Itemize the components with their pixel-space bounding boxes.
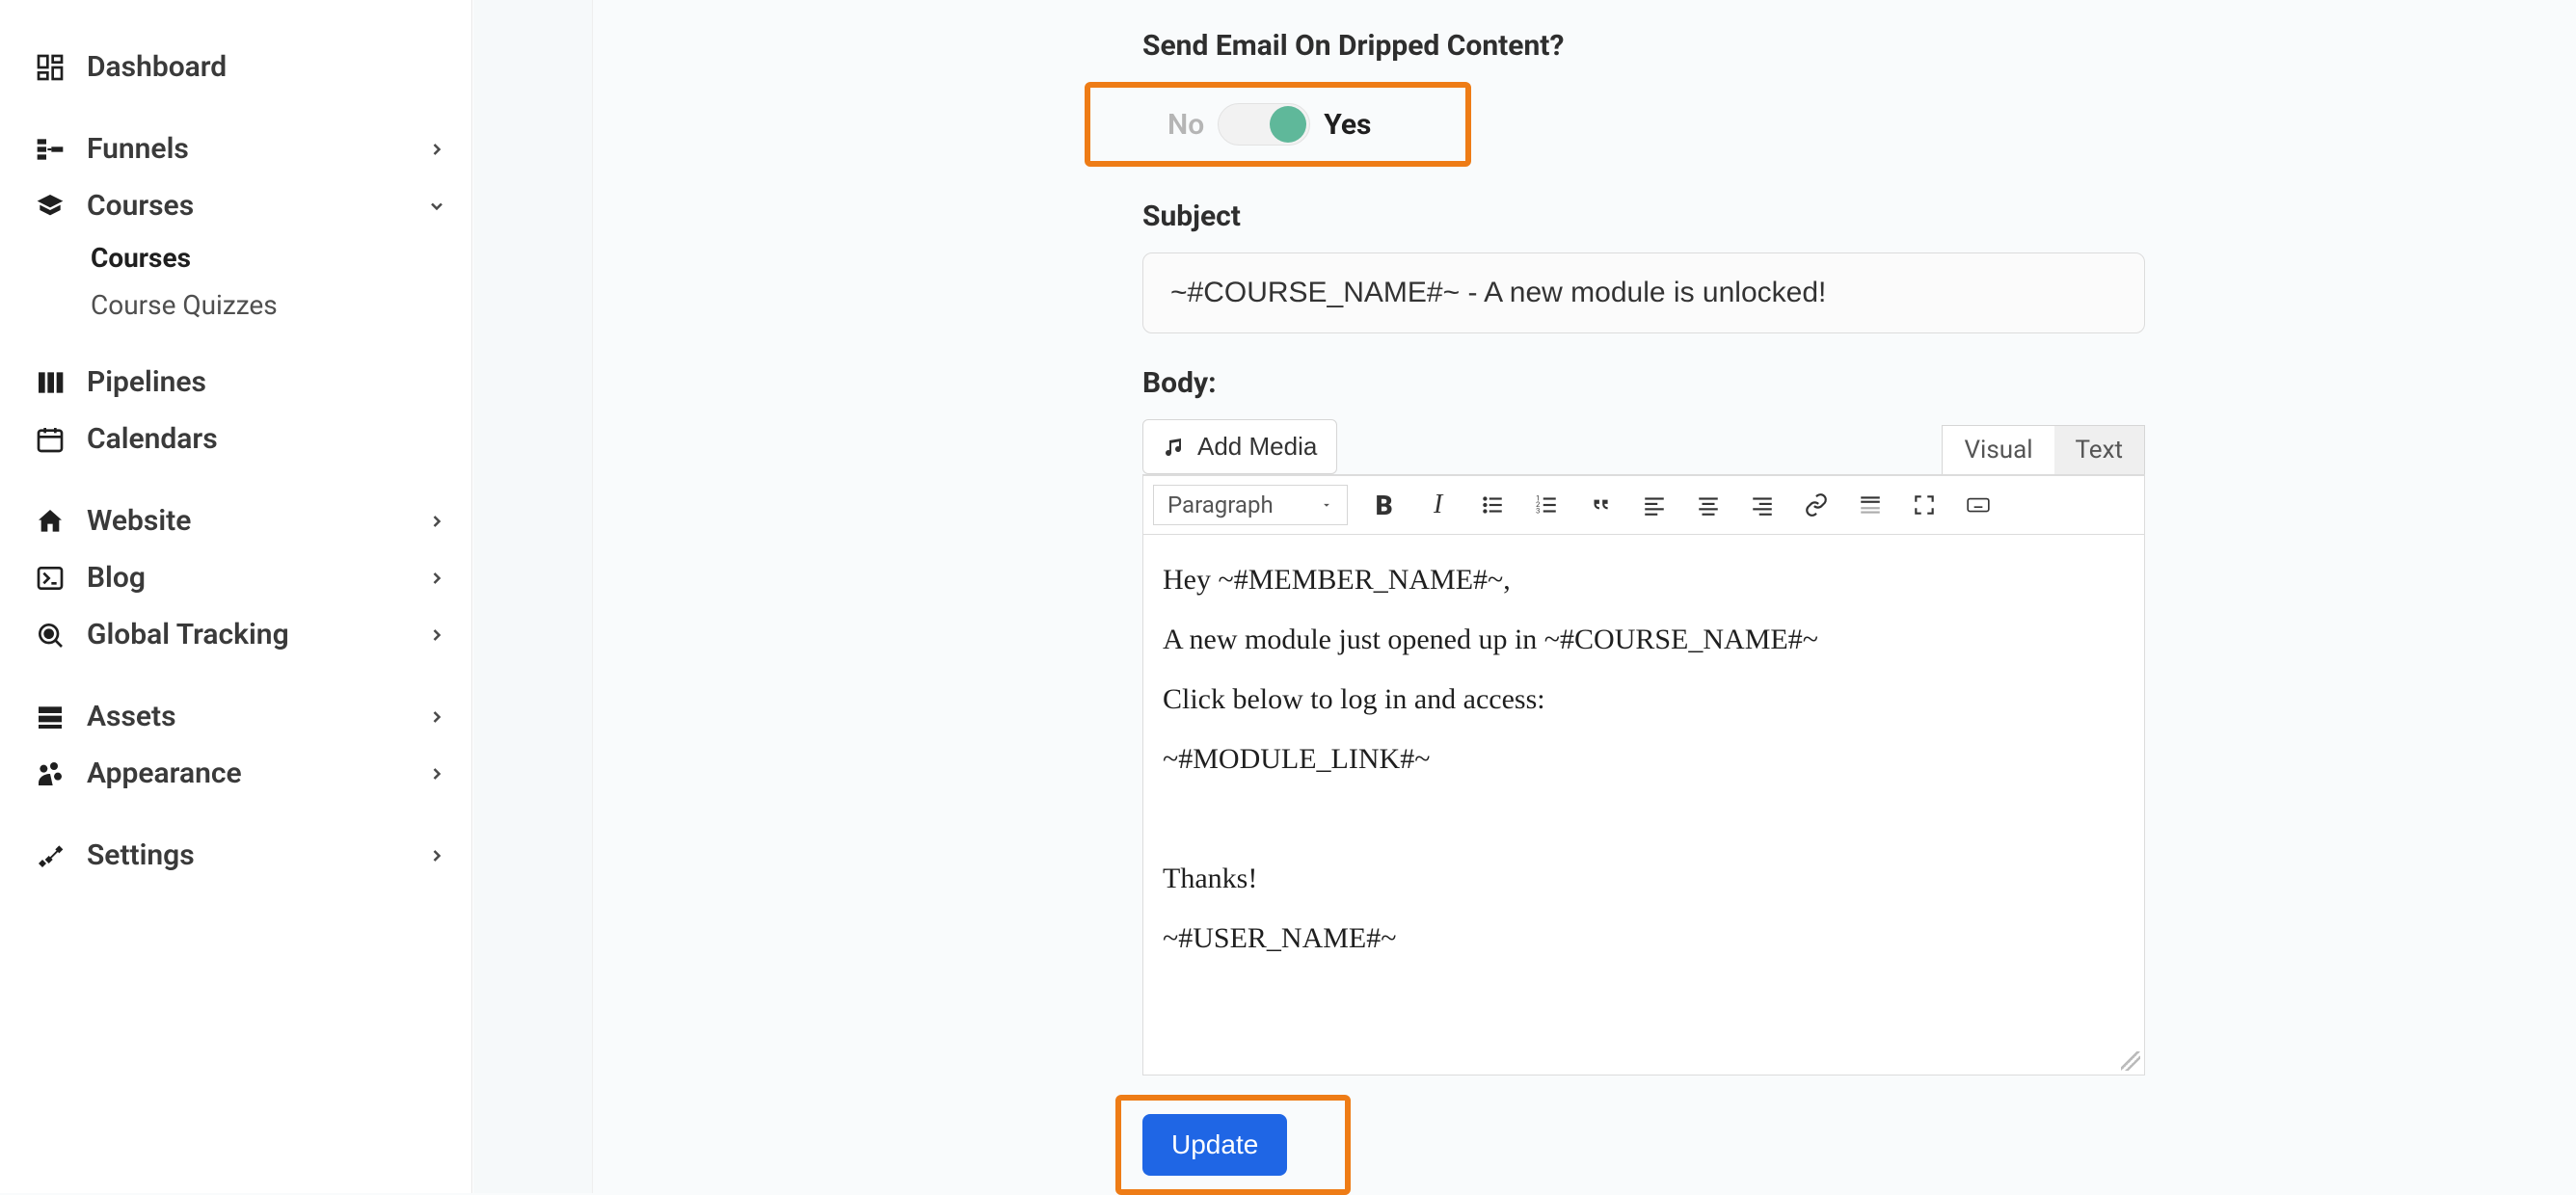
update-button[interactable]: Update <box>1142 1114 1287 1176</box>
drip-toggle-row: No Yes <box>1140 88 1398 161</box>
spacer-column <box>472 0 593 1193</box>
sidebar-item-website[interactable]: Website <box>35 492 471 549</box>
sidebar-item-dashboard[interactable]: Dashboard <box>35 39 471 95</box>
editor: Paragraph B I 123 <box>1142 474 2145 1076</box>
chevron-right-icon <box>427 512 446 531</box>
numbered-list-button[interactable]: 123 <box>1525 484 1568 526</box>
italic-button[interactable]: I <box>1417 484 1460 526</box>
paragraph-select[interactable]: Paragraph <box>1153 485 1348 525</box>
toggle-yes-label: Yes <box>1324 108 1371 142</box>
sidebar-item-label: Dashboard <box>87 50 446 84</box>
body-label: Body: <box>1142 366 2145 400</box>
editor-toolbar: Paragraph B I 123 <box>1143 475 2144 535</box>
body-line: Hey ~#MEMBER_NAME#~, <box>1163 564 2125 597</box>
blog-icon <box>35 563 66 594</box>
website-icon <box>35 506 66 537</box>
chevron-right-icon <box>427 764 446 783</box>
bold-button[interactable]: B <box>1363 484 1406 526</box>
insert-more-button[interactable] <box>1849 484 1892 526</box>
sidebar-item-appearance[interactable]: Appearance <box>35 745 471 802</box>
body-line: Click below to log in and access: <box>1163 683 2125 716</box>
courses-icon <box>35 191 66 222</box>
svg-text:3: 3 <box>1536 507 1540 516</box>
sidebar: Dashboard Funnels Courses Courses Course… <box>0 0 472 1193</box>
body-line: ~#MODULE_LINK#~ <box>1163 743 2125 776</box>
chevron-right-icon <box>427 846 446 865</box>
align-right-button[interactable] <box>1741 484 1784 526</box>
pipelines-icon <box>35 367 66 398</box>
editor-tabset: Visual Text <box>1942 425 2145 474</box>
funnels-icon <box>35 134 66 165</box>
chevron-right-icon <box>427 707 446 727</box>
calendars-icon <box>35 424 66 455</box>
toggle-knob <box>1270 106 1306 143</box>
align-left-button[interactable] <box>1633 484 1676 526</box>
drip-question-label: Send Email On Dripped Content? <box>1142 29 2145 63</box>
appearance-icon <box>35 758 66 789</box>
sidebar-item-label: Courses <box>87 189 406 223</box>
resize-handle[interactable] <box>2121 1051 2140 1071</box>
editor-body[interactable]: Hey ~#MEMBER_NAME#~, A new module just o… <box>1143 535 2144 1075</box>
chevron-right-icon <box>427 625 446 645</box>
sidebar-subitem-courses[interactable]: Courses <box>35 234 471 281</box>
body-line: ~#USER_NAME#~ <box>1163 922 2125 955</box>
sidebar-item-label: Website <box>87 504 406 538</box>
sidebar-item-label: Global Tracking <box>87 618 406 651</box>
chevron-right-icon <box>427 140 446 159</box>
form-area: Send Email On Dripped Content? No Yes Su… <box>1142 29 2145 1195</box>
chevron-right-icon <box>427 569 446 588</box>
sidebar-item-funnels[interactable]: Funnels <box>35 120 471 177</box>
global-tracking-icon <box>35 620 66 651</box>
tab-visual[interactable]: Visual <box>1943 426 2053 474</box>
add-media-button[interactable]: Add Media <box>1142 419 1337 474</box>
update-highlight: Update <box>1115 1095 1351 1195</box>
sidebar-item-calendars[interactable]: Calendars <box>35 411 471 467</box>
dashboard-icon <box>35 52 66 83</box>
toggle-highlight: No Yes <box>1085 82 1471 167</box>
bullet-list-button[interactable] <box>1471 484 1514 526</box>
sidebar-item-blog[interactable]: Blog <box>35 549 471 606</box>
subject-input[interactable] <box>1142 252 2145 333</box>
caret-down-icon <box>1320 498 1333 512</box>
settings-icon <box>35 840 66 871</box>
align-center-button[interactable] <box>1687 484 1730 526</box>
sidebar-item-label: Blog <box>87 561 406 595</box>
sidebar-item-global-tracking[interactable]: Global Tracking <box>35 606 471 663</box>
body-line: Thanks! <box>1163 863 2125 895</box>
assets-icon <box>35 702 66 732</box>
tab-text[interactable]: Text <box>2054 426 2144 474</box>
sidebar-item-settings[interactable]: Settings <box>35 827 471 884</box>
body-line <box>1163 803 2125 836</box>
sidebar-subitem-course-quizzes[interactable]: Course Quizzes <box>35 281 471 329</box>
toggle-no-label: No <box>1167 108 1204 142</box>
sidebar-item-label: Funnels <box>87 132 406 166</box>
sidebar-item-courses[interactable]: Courses <box>35 177 471 234</box>
drip-toggle[interactable] <box>1218 103 1310 146</box>
paragraph-select-label: Paragraph <box>1167 491 1274 518</box>
body-line: A new module just opened up in ~#COURSE_… <box>1163 624 2125 656</box>
link-button[interactable] <box>1795 484 1838 526</box>
sidebar-item-label: Assets <box>87 700 406 733</box>
keyboard-button[interactable] <box>1957 484 1999 526</box>
sidebar-item-assets[interactable]: Assets <box>35 688 471 745</box>
main-content: Send Email On Dripped Content? No Yes Su… <box>593 0 2576 1193</box>
chevron-down-icon <box>427 197 446 216</box>
fullscreen-button[interactable] <box>1903 484 1945 526</box>
add-media-label: Add Media <box>1197 432 1317 462</box>
sidebar-item-label: Pipelines <box>87 365 446 399</box>
sidebar-item-label: Calendars <box>87 422 446 456</box>
blockquote-button[interactable] <box>1579 484 1622 526</box>
music-note-icon <box>1163 436 1186 459</box>
subject-label: Subject <box>1142 199 2145 233</box>
sidebar-item-label: Appearance <box>87 757 406 790</box>
editor-header-row: Add Media Visual Text <box>1142 419 2145 474</box>
sidebar-item-pipelines[interactable]: Pipelines <box>35 354 471 411</box>
sidebar-item-label: Settings <box>87 838 406 872</box>
